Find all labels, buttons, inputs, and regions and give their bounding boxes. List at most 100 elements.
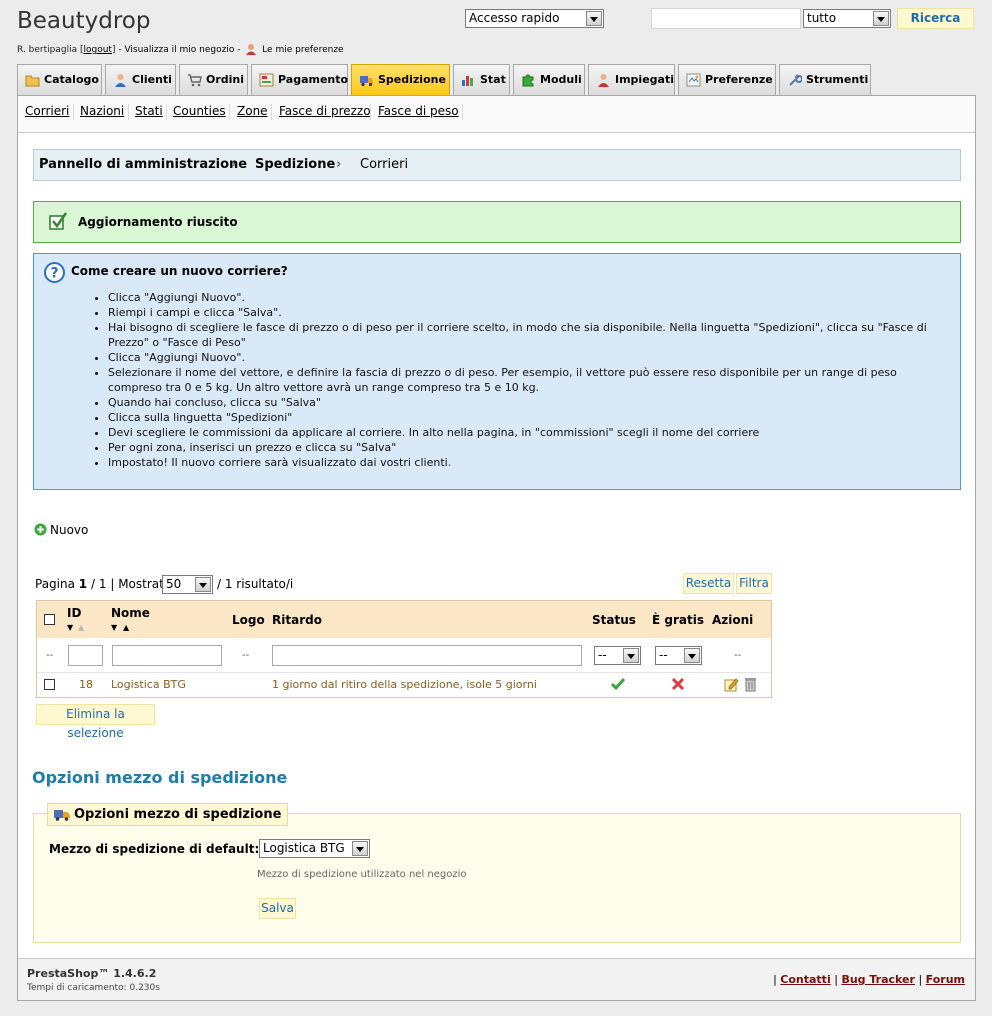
version-text: PrestaShop™ 1.4.6.2 [27,967,157,980]
bug-tracker-link[interactable]: Bug Tracker [841,973,915,986]
help-step: Clicca "Aggiungi Nuovo". [108,350,953,365]
subnav-divider [73,104,74,120]
table-row[interactable]: 18 Logistica BTG 1 giorno dal ritiro del… [37,673,771,697]
sort-asc-icon[interactable]: ▲ [123,623,129,632]
tab-strumenti[interactable]: Strumenti [779,64,871,95]
search-input[interactable] [651,8,801,29]
legend-text: Opzioni mezzo di spedizione [74,807,282,822]
filter-button[interactable]: Filtra [736,573,772,594]
subnav-nazioni[interactable]: Nazioni [80,104,124,118]
name-filter-input[interactable] [112,645,222,666]
view-shop-link[interactable]: - Visualizza il mio negozio - [118,45,240,55]
truck-icon [360,76,373,87]
wrench-icon [789,74,802,86]
admin-page: Beautydrop R. bertipaglia [logout] - Vis… [0,0,992,1016]
reset-button[interactable]: Resetta [683,573,734,594]
new-carrier-link[interactable]: Nuovo [34,523,88,537]
per-page-select[interactable]: 50 [162,575,213,594]
carriers-table: ID ▼ ▲ Nome ▼ ▲ Logo Ritardo Status È gr… [36,600,772,698]
free-filter-value: -- [659,648,668,662]
results-count: / 1 risultato/i [217,577,294,591]
row-delay[interactable]: 1 giorno dal ritiro della spedizione, is… [272,678,537,691]
filter-placeholder: -- [46,650,54,661]
logout-link[interactable]: logout [83,45,111,55]
chevron-down-icon [684,648,700,663]
subnav-counties[interactable]: Counties [173,104,226,118]
sort-desc-icon[interactable]: ▼ [67,623,73,632]
tab-stat[interactable]: Stat [453,64,510,95]
preferences-icon [686,73,701,87]
search-scope-value: tutto [807,11,837,25]
tab-label: Moduli [540,73,582,86]
search-scope-select[interactable]: tutto [803,9,891,28]
filter-row: -- -- -- -- -- [37,638,771,673]
select-all-checkbox[interactable] [44,614,55,625]
per-page-value: 50 [166,577,182,591]
tab-impiegati[interactable]: Impiegati [588,64,675,95]
subnav-fasce-peso[interactable]: Fasce di peso [378,104,459,118]
row-name[interactable]: Logistica BTG [111,678,186,691]
subnav-divider [271,104,272,120]
status-filter-select[interactable]: -- [594,646,641,665]
puzzle-icon [522,74,534,87]
subnav-divider [166,104,167,120]
subnav-stati[interactable]: Stati [135,104,163,118]
tab-moduli[interactable]: Moduli [513,64,585,95]
user-line: R. bertipaglia [logout] - Visualizza il … [17,43,344,55]
tab-pagamento[interactable]: Pagamento [251,64,348,95]
help-box: ? Come creare un nuovo corriere? Clicca … [33,253,961,490]
footer-separator: | [834,973,838,986]
subnav-fasce-prezzo[interactable]: Fasce di prezzo [279,104,371,118]
pager-separator: | [110,577,115,591]
tab-label: Impiegati [615,73,674,86]
id-filter-input[interactable] [68,645,103,666]
delay-filter-input[interactable] [272,645,582,666]
delete-icon[interactable] [744,677,757,692]
sort-asc-icon[interactable]: ▲ [78,623,84,632]
default-carrier-value: Logistica BTG [263,841,345,855]
row-id[interactable]: 18 [79,678,93,691]
search-button[interactable]: Ricerca [897,8,974,29]
folder-icon [25,75,40,87]
tab-ordini[interactable]: Ordini [179,64,248,95]
breadcrumb-section[interactable]: Spedizione [255,157,335,172]
payment-icon [259,73,274,87]
edit-icon[interactable] [724,677,739,692]
load-time-text: Tempi di caricamento: 0.230s [27,983,160,993]
subnav-corrieri[interactable]: Corrieri [25,104,69,118]
chevron-down-icon [873,11,889,26]
section-title: Opzioni mezzo di spedizione [32,768,288,787]
sort-desc-icon[interactable]: ▼ [111,623,117,632]
not-free-cross-icon[interactable] [671,677,685,691]
forum-link[interactable]: Forum [926,973,965,986]
chevron-right-icon: › [231,157,237,172]
svg-text:?: ? [50,266,58,282]
subnav-divider [128,104,129,120]
breadcrumb-root[interactable]: Pannello di amministrazione [39,157,247,172]
my-preferences-link[interactable]: Le mie preferenze [262,45,343,55]
help-step: Quando hai concluso, clicca su "Salva" [108,395,953,410]
tab-catalogo[interactable]: Catalogo [17,64,102,95]
enabled-check-icon[interactable] [610,677,626,691]
tab-clienti[interactable]: Clienti [105,64,176,95]
subnav-zone[interactable]: Zone [237,104,268,118]
save-button[interactable]: Salva [259,898,296,919]
quick-access-select[interactable]: Accesso rapido [465,9,604,28]
help-title: Come creare un nuovo corriere? [71,264,288,278]
chevron-down-icon [352,841,368,856]
free-filter-select[interactable]: -- [655,646,702,665]
default-carrier-select[interactable]: Logistica BTG [259,839,370,858]
quick-access-value: Accesso rapido [469,11,560,25]
contacts-link[interactable]: Contatti [780,973,830,986]
footer: PrestaShop™ 1.4.6.2 Tempi di caricamento… [18,958,975,1000]
default-carrier-label: Mezzo di spedizione di default: [49,842,260,856]
help-step: Riempi i campi e clicca "Salva". [108,305,953,320]
subnav-divider [370,104,371,120]
delete-selection-button[interactable]: Elimina la selezione [36,704,155,740]
tab-spedizione[interactable]: Spedizione [351,64,450,95]
tab-preferenze[interactable]: Preferenze [678,64,776,95]
row-checkbox[interactable] [44,679,55,690]
chevron-down-icon [623,648,639,663]
default-carrier-help: Mezzo di spedizione utilizzato nel negoz… [257,869,467,880]
total-pages: / 1 [90,577,107,591]
